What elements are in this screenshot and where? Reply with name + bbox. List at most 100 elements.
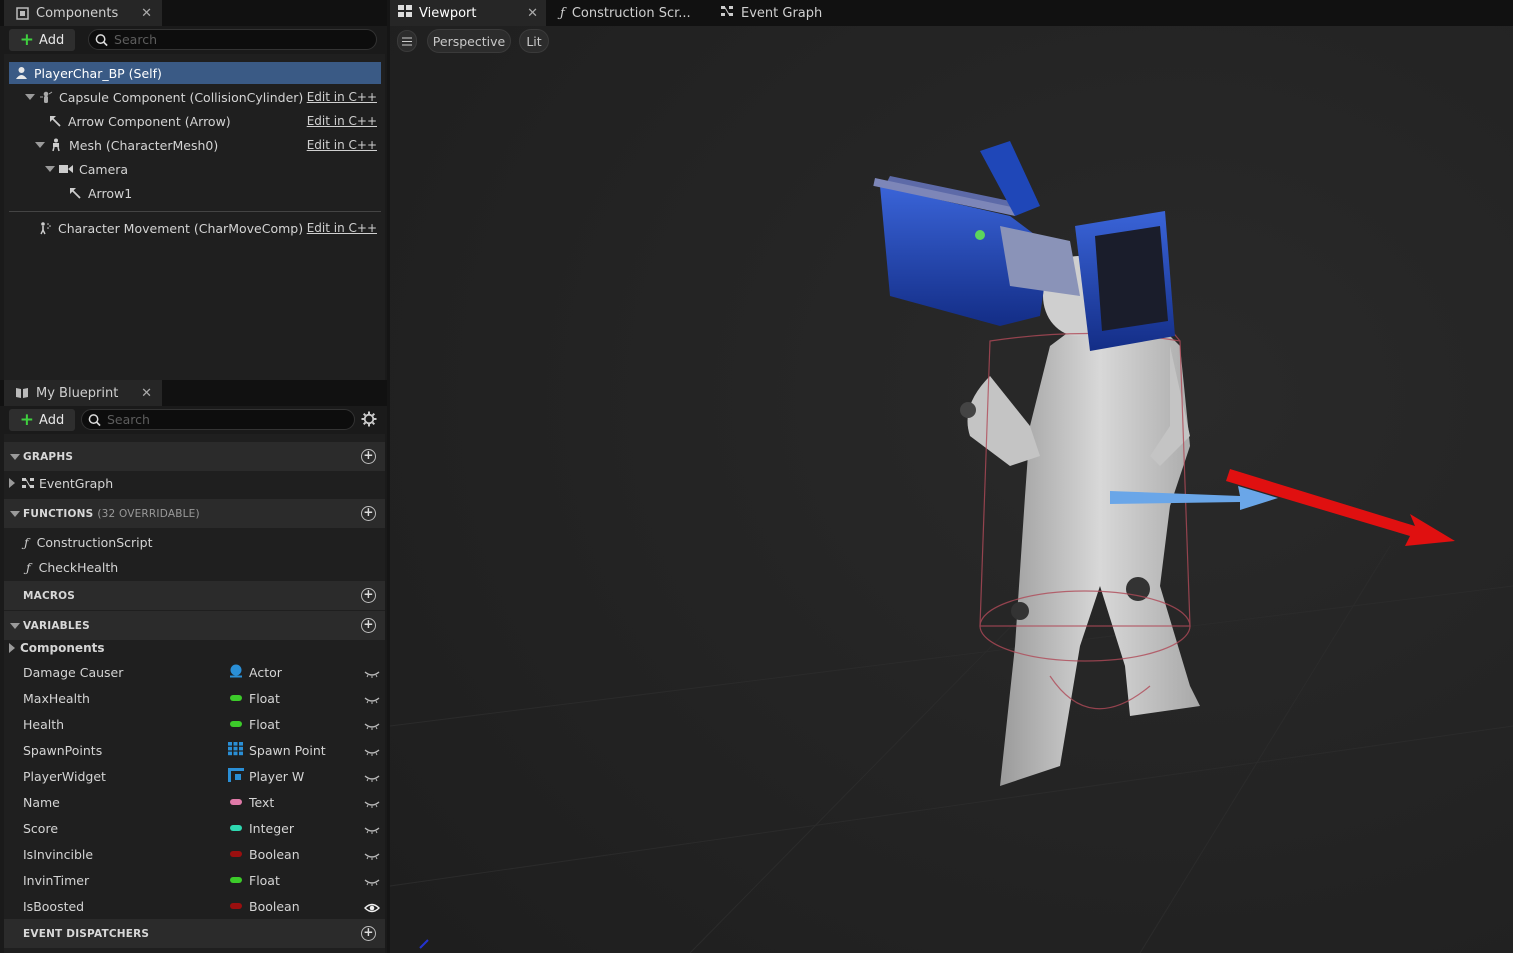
- camera-icon: [58, 161, 74, 177]
- variable-type[interactable]: Boolean: [228, 847, 300, 862]
- lit-button[interactable]: Lit: [519, 29, 549, 53]
- function-item-checkhealth[interactable]: ƒ CheckHealth: [4, 555, 385, 579]
- eye-closed-icon[interactable]: [364, 667, 380, 678]
- components-search[interactable]: [88, 29, 377, 50]
- add-event-dispatcher-icon[interactable]: +: [361, 926, 376, 941]
- add-function-icon[interactable]: +: [361, 506, 376, 521]
- tab-event-graph[interactable]: Event Graph: [712, 0, 830, 26]
- edit-in-cpp-link[interactable]: Edit in C++: [307, 138, 377, 152]
- variable-type[interactable]: Integer: [228, 821, 294, 836]
- close-icon[interactable]: ✕: [141, 6, 152, 21]
- variable-row[interactable]: Damage Causer Actor: [4, 660, 385, 684]
- close-icon[interactable]: ✕: [527, 6, 538, 21]
- section-graphs[interactable]: GRAPHS +: [4, 442, 385, 471]
- variable-type[interactable]: Float: [228, 691, 280, 706]
- section-variables[interactable]: VARIABLES +: [4, 611, 385, 640]
- document-tabbar: Viewport ✕ ƒ Construction Scr... Event G…: [390, 0, 1513, 26]
- section-functions[interactable]: FUNCTIONS (32 OVERRIDABLE) +: [4, 499, 385, 528]
- gear-icon[interactable]: [361, 411, 377, 430]
- function-icon: ƒ: [24, 534, 29, 550]
- expand-arrow-icon[interactable]: [9, 643, 15, 653]
- add-macro-icon[interactable]: +: [361, 588, 376, 603]
- add-component-button[interactable]: + Add: [9, 29, 75, 51]
- collapse-arrow-icon[interactable]: [10, 453, 20, 460]
- search-icon: [88, 413, 101, 426]
- variable-row[interactable]: Name Text: [4, 790, 385, 814]
- tree-item-camera[interactable]: Camera: [9, 158, 381, 180]
- variable-category-components[interactable]: Components: [4, 637, 385, 659]
- edit-in-cpp-link[interactable]: Edit in C++: [307, 90, 377, 104]
- variable-row[interactable]: InvinTimer Float: [4, 868, 385, 892]
- viewport-scene[interactable]: [390, 26, 1513, 953]
- add-member-button[interactable]: + Add: [9, 409, 75, 431]
- expand-arrow-icon[interactable]: [9, 478, 15, 488]
- eye-closed-icon[interactable]: [364, 849, 380, 860]
- function-item-constructionscript[interactable]: ƒ ConstructionScript: [4, 530, 385, 554]
- blueprint-search-input[interactable]: [107, 412, 354, 427]
- eye-closed-icon[interactable]: [364, 693, 380, 704]
- eye-closed-icon[interactable]: [364, 823, 380, 834]
- variable-row[interactable]: Score Integer: [4, 816, 385, 840]
- add-component-label: Add: [39, 32, 65, 48]
- close-icon[interactable]: ✕: [141, 386, 152, 401]
- graph-item-eventgraph[interactable]: EventGraph: [4, 471, 385, 495]
- tree-item-label: PlayerChar_BP (Self): [34, 65, 162, 81]
- tree-item-self[interactable]: PlayerChar_BP (Self): [9, 62, 381, 84]
- variable-row[interactable]: IsBoosted Boolean: [4, 894, 385, 918]
- eye-open-icon[interactable]: [364, 901, 380, 913]
- tab-viewport[interactable]: Viewport ✕: [390, 0, 546, 26]
- actor-type-icon: [228, 664, 244, 681]
- collapse-arrow-icon[interactable]: [10, 622, 20, 629]
- collapse-arrow-icon[interactable]: [10, 510, 20, 517]
- variable-type[interactable]: Player W: [228, 767, 305, 785]
- tree-item-arrow[interactable]: Arrow Component (Arrow) Edit in C++: [9, 110, 381, 132]
- eye-closed-icon[interactable]: [364, 875, 380, 886]
- variable-row[interactable]: IsInvincible Boolean: [4, 842, 385, 866]
- variable-type[interactable]: Text: [228, 795, 274, 810]
- tab-construction-script[interactable]: ƒ Construction Scr...: [552, 0, 699, 26]
- variable-row[interactable]: Health Float: [4, 712, 385, 736]
- variable-row[interactable]: SpawnPoints Spawn Point: [4, 738, 385, 762]
- variable-type-label: Float: [249, 872, 280, 888]
- edit-in-cpp-link[interactable]: Edit in C++: [307, 221, 377, 235]
- hamburger-menu-icon[interactable]: [397, 30, 417, 52]
- eye-closed-icon[interactable]: [364, 719, 380, 730]
- variable-type-label: Player W: [249, 768, 305, 784]
- eye-closed-icon[interactable]: [364, 771, 380, 782]
- expand-arrow-icon[interactable]: [25, 94, 35, 100]
- tree-item-mesh[interactable]: Mesh (CharacterMesh0) Edit in C++: [9, 134, 381, 156]
- variable-type[interactable]: Spawn Point: [228, 741, 326, 759]
- tab-components[interactable]: Components ✕: [4, 0, 162, 26]
- tree-item-label: Mesh (CharacterMesh0): [69, 137, 219, 153]
- section-macros[interactable]: MACROS +: [4, 581, 385, 610]
- function-icon: ƒ: [560, 5, 565, 21]
- section-event-dispatchers[interactable]: EVENT DISPATCHERS +: [4, 919, 385, 948]
- add-variable-icon[interactable]: +: [361, 618, 376, 633]
- tree-item-arrow1[interactable]: Arrow1: [9, 182, 381, 204]
- variable-type[interactable]: Boolean: [228, 899, 300, 914]
- event-graph-icon: [20, 475, 36, 491]
- section-macros-label: MACROS: [23, 589, 76, 602]
- variable-name: InvinTimer: [23, 872, 90, 888]
- tree-item-character-movement[interactable]: Character Movement (CharMoveComp) Edit i…: [9, 217, 381, 239]
- edit-in-cpp-link[interactable]: Edit in C++: [307, 114, 377, 128]
- perspective-button[interactable]: Perspective: [427, 29, 511, 53]
- tree-item-capsule[interactable]: Capsule Component (CollisionCylinder) Ed…: [9, 86, 381, 108]
- tab-my-blueprint[interactable]: My Blueprint ✕: [4, 380, 162, 406]
- eye-closed-icon[interactable]: [364, 745, 380, 756]
- tab-components-label: Components: [36, 5, 119, 21]
- add-graph-icon[interactable]: +: [361, 449, 376, 464]
- eye-closed-icon[interactable]: [364, 797, 380, 808]
- variable-type[interactable]: Float: [228, 717, 280, 732]
- expand-arrow-icon[interactable]: [35, 142, 45, 148]
- components-icon: [14, 5, 30, 21]
- variable-row[interactable]: PlayerWidget Player W: [4, 764, 385, 788]
- expand-arrow-icon[interactable]: [45, 166, 55, 172]
- variable-type[interactable]: Actor: [228, 664, 282, 681]
- variable-type[interactable]: Float: [228, 873, 280, 888]
- variable-name: PlayerWidget: [23, 768, 106, 784]
- components-search-input[interactable]: [114, 32, 376, 47]
- variable-type-label: Actor: [249, 664, 282, 680]
- blueprint-search[interactable]: [81, 409, 355, 430]
- variable-row[interactable]: MaxHealth Float: [4, 686, 385, 710]
